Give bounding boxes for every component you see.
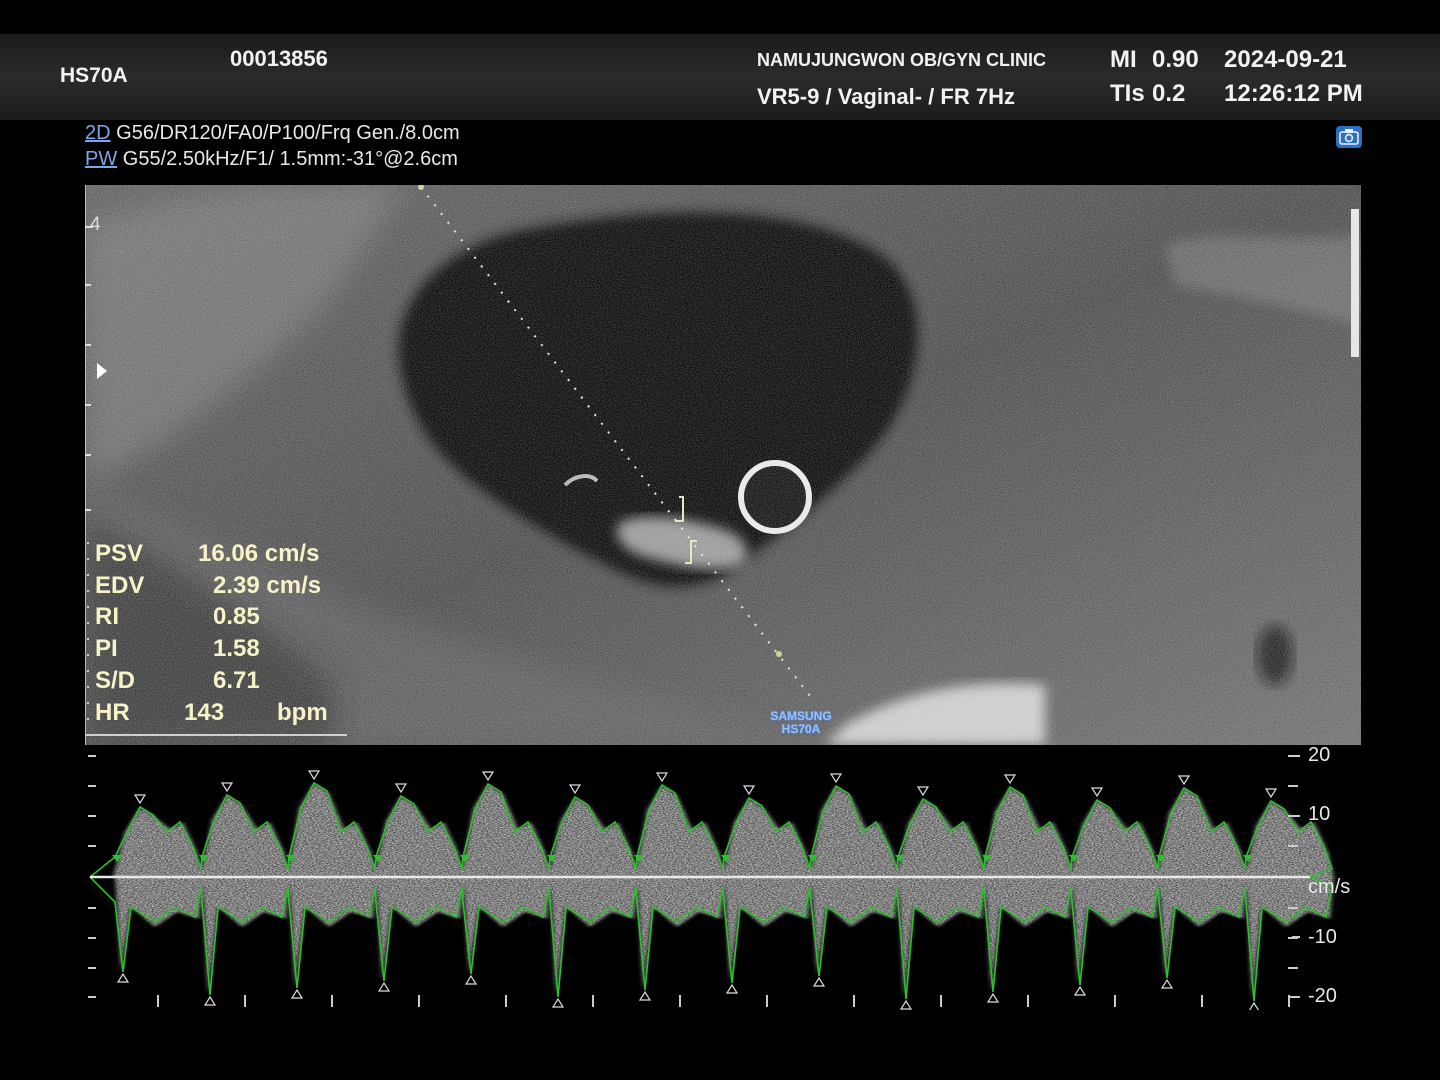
mi-value: 0.90	[1152, 46, 1199, 73]
scale-dashes	[1292, 755, 1300, 998]
scale-label-10: 10	[1308, 803, 1331, 825]
scale-label-neg10: -10	[1308, 926, 1337, 948]
patient-id: 00013856	[230, 46, 328, 71]
exam-date: 2024-09-21	[1224, 46, 1347, 73]
exam-time: 12:26:12 PM	[1224, 80, 1363, 107]
clinic-name: NAMUJUNGWON OB/GYN CLINIC	[757, 50, 1046, 70]
probe-info: VR5-9 / Vaginal- / FR 7Hz	[757, 84, 1015, 109]
brand-line-2: HS70A	[781, 722, 821, 736]
measurement-frame	[85, 542, 347, 736]
doppler-spectrum[interactable]	[85, 745, 1361, 1012]
brand-logo: SAMSUNG HS70A	[760, 710, 842, 736]
params-pw-text: G55/2.50kHz/F1/ 1.5mm:-31°@2.6cm	[122, 148, 458, 170]
tis-label: TIs	[1110, 80, 1145, 107]
scale-unit: cm/s	[1308, 876, 1351, 898]
camera-icon[interactable]	[1336, 126, 1362, 148]
tis-value: 0.2	[1152, 80, 1186, 107]
measurement-panel: PSV 16.06 cm/s EDV 2.39 cm/s RI 0.85 PI …	[85, 540, 347, 736]
scale-label-20: 20	[1308, 744, 1331, 766]
params-2d: 2D G56/DR120/FA0/P100/Frq Gen./8.0cm	[85, 122, 460, 145]
mode-pw: PW	[85, 148, 118, 170]
scale-label-neg20: -20	[1308, 985, 1337, 1007]
mode-2d: 2D	[85, 122, 111, 144]
mi-label: MI	[1110, 46, 1137, 73]
params-pw: PW G55/2.50kHz/F1/ 1.5mm:-31°@2.6cm	[85, 148, 458, 171]
depth-marker: 4	[90, 214, 101, 235]
device-name: HS70A	[60, 64, 128, 87]
params-2d-text: G56/DR120/FA0/P100/Frq Gen./8.0cm	[116, 122, 460, 144]
